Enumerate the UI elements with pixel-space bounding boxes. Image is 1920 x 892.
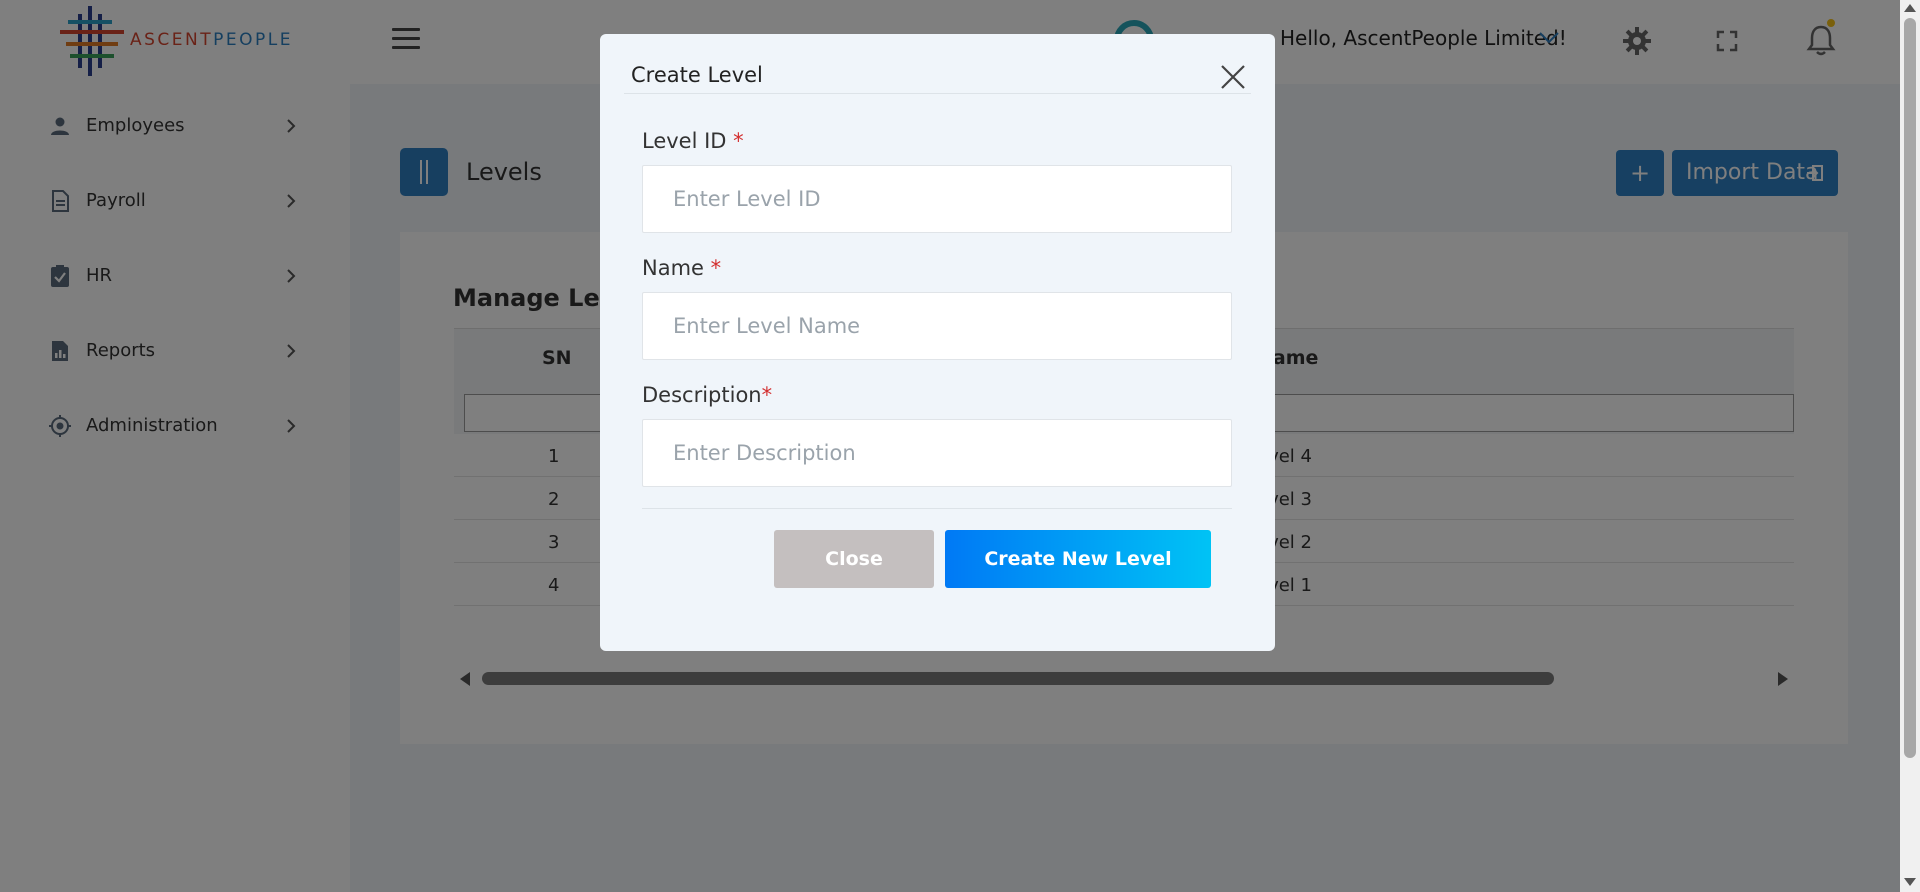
page-scroll-thumb[interactable] (1904, 18, 1916, 758)
description-label: Description* (642, 383, 772, 407)
required-asterisk: * (761, 383, 773, 407)
required-asterisk: * (710, 256, 722, 280)
description-input[interactable] (642, 419, 1232, 487)
description-label-text: Description (642, 383, 762, 407)
page-vertical-scrollbar[interactable] (1900, 0, 1920, 892)
modal-footer-divider (642, 508, 1232, 509)
level-id-input[interactable] (642, 165, 1232, 233)
scroll-up-arrow[interactable] (1904, 4, 1916, 12)
scroll-down-arrow[interactable] (1904, 878, 1916, 886)
modal-divider (624, 93, 1251, 94)
name-label: Name * (642, 256, 721, 280)
level-name-input[interactable] (642, 292, 1232, 360)
level-id-label-text: Level ID (642, 129, 727, 153)
create-level-modal: Create Level Level ID * Name * Descripti… (600, 34, 1275, 651)
name-label-text: Name (642, 256, 704, 280)
close-icon[interactable] (1218, 62, 1248, 92)
create-new-level-button[interactable]: Create New Level (945, 530, 1211, 588)
close-button[interactable]: Close (774, 530, 934, 588)
level-id-label: Level ID * (642, 129, 744, 153)
required-asterisk: * (733, 129, 744, 153)
modal-title: Create Level (631, 63, 763, 87)
